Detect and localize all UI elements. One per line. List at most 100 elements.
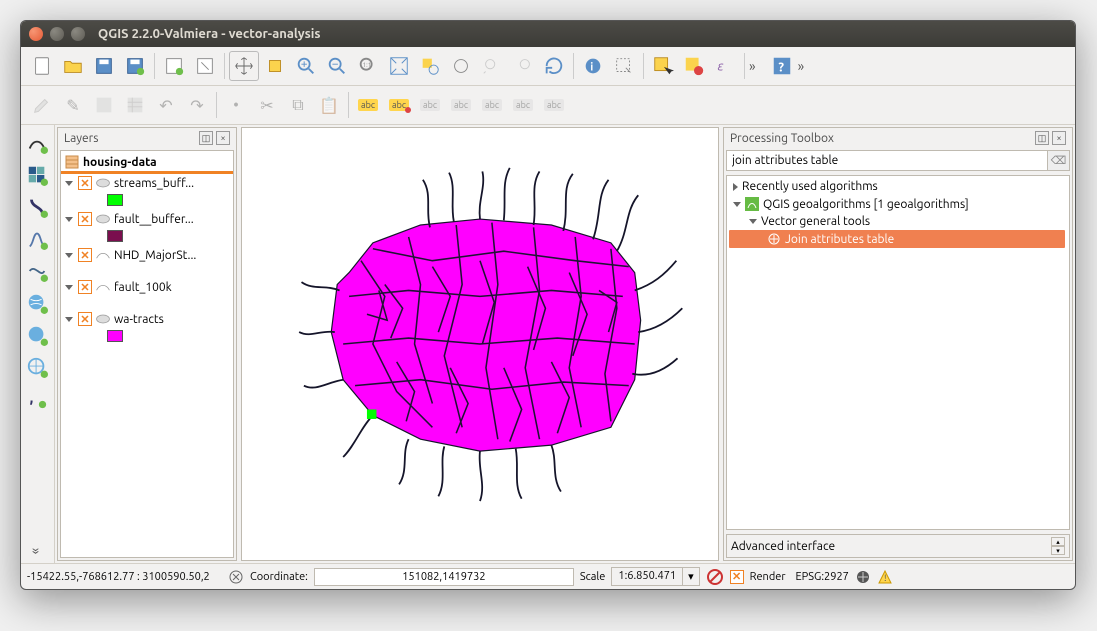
side-toolbar-overflow-icon[interactable]: » — [29, 538, 45, 564]
layers-panel: Layers ◫ × housing-data streams_buff... … — [57, 127, 237, 561]
select-icon[interactable] — [609, 51, 639, 81]
zoom-full-icon[interactable] — [384, 51, 414, 81]
layer-nhd-major[interactable]: NHD_MajorSt... — [61, 246, 233, 264]
zoom-last-icon[interactable] — [477, 51, 507, 81]
zoom-layer-icon[interactable] — [446, 51, 476, 81]
search-input[interactable] — [726, 150, 1048, 171]
layer-checkbox[interactable] — [78, 248, 92, 262]
layer-streams-buff[interactable]: streams_buff... — [61, 174, 233, 192]
layers-panel-undock-button[interactable]: ◫ — [199, 131, 213, 145]
zoom-in-icon[interactable] — [291, 51, 321, 81]
toolbox-close-button[interactable]: × — [1052, 131, 1066, 145]
titlebar[interactable]: QGIS 2.2.0-Valmiera - vector-analysis — [21, 21, 1075, 47]
tree-label: QGIS geoalgorithms [1 geoalgorithms] — [763, 198, 969, 211]
undo-icon[interactable]: ↶ — [151, 90, 181, 120]
redo-icon[interactable]: ↷ — [182, 90, 212, 120]
scale-label: Scale — [580, 571, 605, 583]
layer-swatch — [107, 330, 123, 342]
toolbar-overflow-2-icon[interactable]: » — [798, 58, 805, 74]
add-mssql-icon[interactable] — [23, 257, 51, 285]
add-delimited-icon[interactable]: , — [23, 385, 51, 413]
tree-join-attributes[interactable]: Join attributes table — [729, 230, 1065, 248]
label-abc6-icon[interactable]: abc — [508, 90, 538, 120]
label-abc7-icon[interactable]: abc — [539, 90, 569, 120]
scale-dropdown[interactable]: 1:6.850.471▾ — [611, 567, 699, 586]
pan-icon[interactable] — [229, 51, 259, 81]
save-as-icon[interactable] — [120, 51, 150, 81]
zoom-out-icon[interactable] — [322, 51, 352, 81]
close-window-button[interactable] — [29, 27, 43, 41]
label-abc1-icon[interactable]: abc — [353, 90, 383, 120]
toggle-extents-icon[interactable] — [228, 569, 244, 585]
toolbar-overflow-icon[interactable]: » — [749, 58, 756, 74]
add-postgis-icon[interactable] — [23, 193, 51, 221]
paste-icon[interactable]: 📋 — [314, 90, 344, 120]
expression-icon[interactable]: ε — [710, 51, 740, 81]
help-icon[interactable]: ? — [767, 51, 797, 81]
edit-toggle-icon[interactable] — [27, 90, 57, 120]
epsg-label[interactable]: EPSG:2927 — [796, 571, 849, 583]
add-wms-icon[interactable] — [23, 289, 51, 317]
select-box-icon[interactable] — [648, 51, 678, 81]
maximize-window-button[interactable] — [71, 27, 85, 41]
cut-icon[interactable]: ✂ — [252, 90, 282, 120]
save-edits-icon[interactable] — [89, 90, 119, 120]
layer-fault-100k[interactable]: fault_100k — [61, 278, 233, 296]
add-vector-icon[interactable] — [23, 129, 51, 157]
new-project-icon[interactable] — [27, 51, 57, 81]
add-wcs-icon[interactable] — [23, 321, 51, 349]
layer-checkbox[interactable] — [78, 312, 92, 326]
layer-housing-data[interactable]: housing-data — [61, 153, 233, 174]
label-abc2-icon[interactable]: abc — [384, 90, 414, 120]
layer-wa-tracts[interactable]: wa-tracts — [61, 310, 233, 328]
zoom-next-icon[interactable] — [508, 51, 538, 81]
interface-mode[interactable]: Advanced interface ▴▾ — [726, 534, 1070, 558]
layer-checkbox[interactable] — [78, 280, 92, 294]
label-abc4-icon[interactable]: abc — [446, 90, 476, 120]
refresh-icon[interactable] — [539, 51, 569, 81]
layer-swatch — [107, 194, 123, 206]
interface-mode-spinner[interactable]: ▴▾ — [1051, 537, 1065, 555]
layers-panel-close-button[interactable]: × — [216, 131, 230, 145]
add-wfs-icon[interactable] — [23, 353, 51, 381]
identify-icon[interactable]: i — [578, 51, 608, 81]
toolbar-1: 1:1 i ε » ? » — [21, 47, 1075, 86]
algorithm-tree[interactable]: Recently used algorithms QGIS geoalgorit… — [726, 175, 1070, 530]
render-checkbox[interactable] — [730, 570, 744, 584]
coordinate-input[interactable] — [314, 568, 574, 586]
tree-vector[interactable]: Vector general tools — [729, 213, 1067, 230]
messages-icon[interactable]: ! — [877, 569, 893, 585]
label-abc3-icon[interactable]: abc — [415, 90, 445, 120]
zoom-native-icon[interactable]: 1:1 — [353, 51, 383, 81]
edit-pencil-icon[interactable]: ✎ — [58, 90, 88, 120]
tree-recent[interactable]: Recently used algorithms — [729, 178, 1067, 195]
attributes-icon[interactable] — [120, 90, 150, 120]
render-label: Render — [750, 571, 786, 583]
copy-icon[interactable]: ⧉ — [283, 90, 313, 120]
layer-checkbox[interactable] — [78, 212, 92, 226]
svg-text:1:1: 1:1 — [363, 62, 372, 69]
layout-icon[interactable] — [159, 51, 189, 81]
tree-qgis[interactable]: QGIS geoalgorithms [1 geoalgorithms] — [729, 195, 1067, 213]
svg-text:!: ! — [884, 573, 886, 583]
toolbox-undock-button[interactable]: ◫ — [1035, 131, 1049, 145]
clear-search-button[interactable]: ⌫ — [1048, 150, 1070, 171]
pan-selection-icon[interactable] — [260, 51, 290, 81]
label-abc5-icon[interactable]: abc — [477, 90, 507, 120]
map-canvas[interactable] — [241, 127, 719, 561]
add-spatialite-icon[interactable] — [23, 225, 51, 253]
add-feature-icon[interactable]: • — [221, 90, 251, 120]
deselect-icon[interactable] — [679, 51, 709, 81]
stop-render-icon[interactable] — [706, 568, 724, 586]
zoom-selection-icon[interactable] — [415, 51, 445, 81]
status-bar: -15422.55,-768612.77 : 3100590.50,2 Coor… — [21, 563, 1075, 589]
composer-icon[interactable] — [190, 51, 220, 81]
minimize-window-button[interactable] — [50, 27, 64, 41]
layer-checkbox[interactable] — [78, 176, 92, 190]
layers-list[interactable]: housing-data streams_buff... fault__buff… — [60, 150, 234, 558]
layer-fault-buffer[interactable]: fault__buffer... — [61, 210, 233, 228]
crs-icon[interactable] — [855, 569, 871, 585]
save-icon[interactable] — [89, 51, 119, 81]
open-project-icon[interactable] — [58, 51, 88, 81]
add-raster-icon[interactable] — [23, 161, 51, 189]
